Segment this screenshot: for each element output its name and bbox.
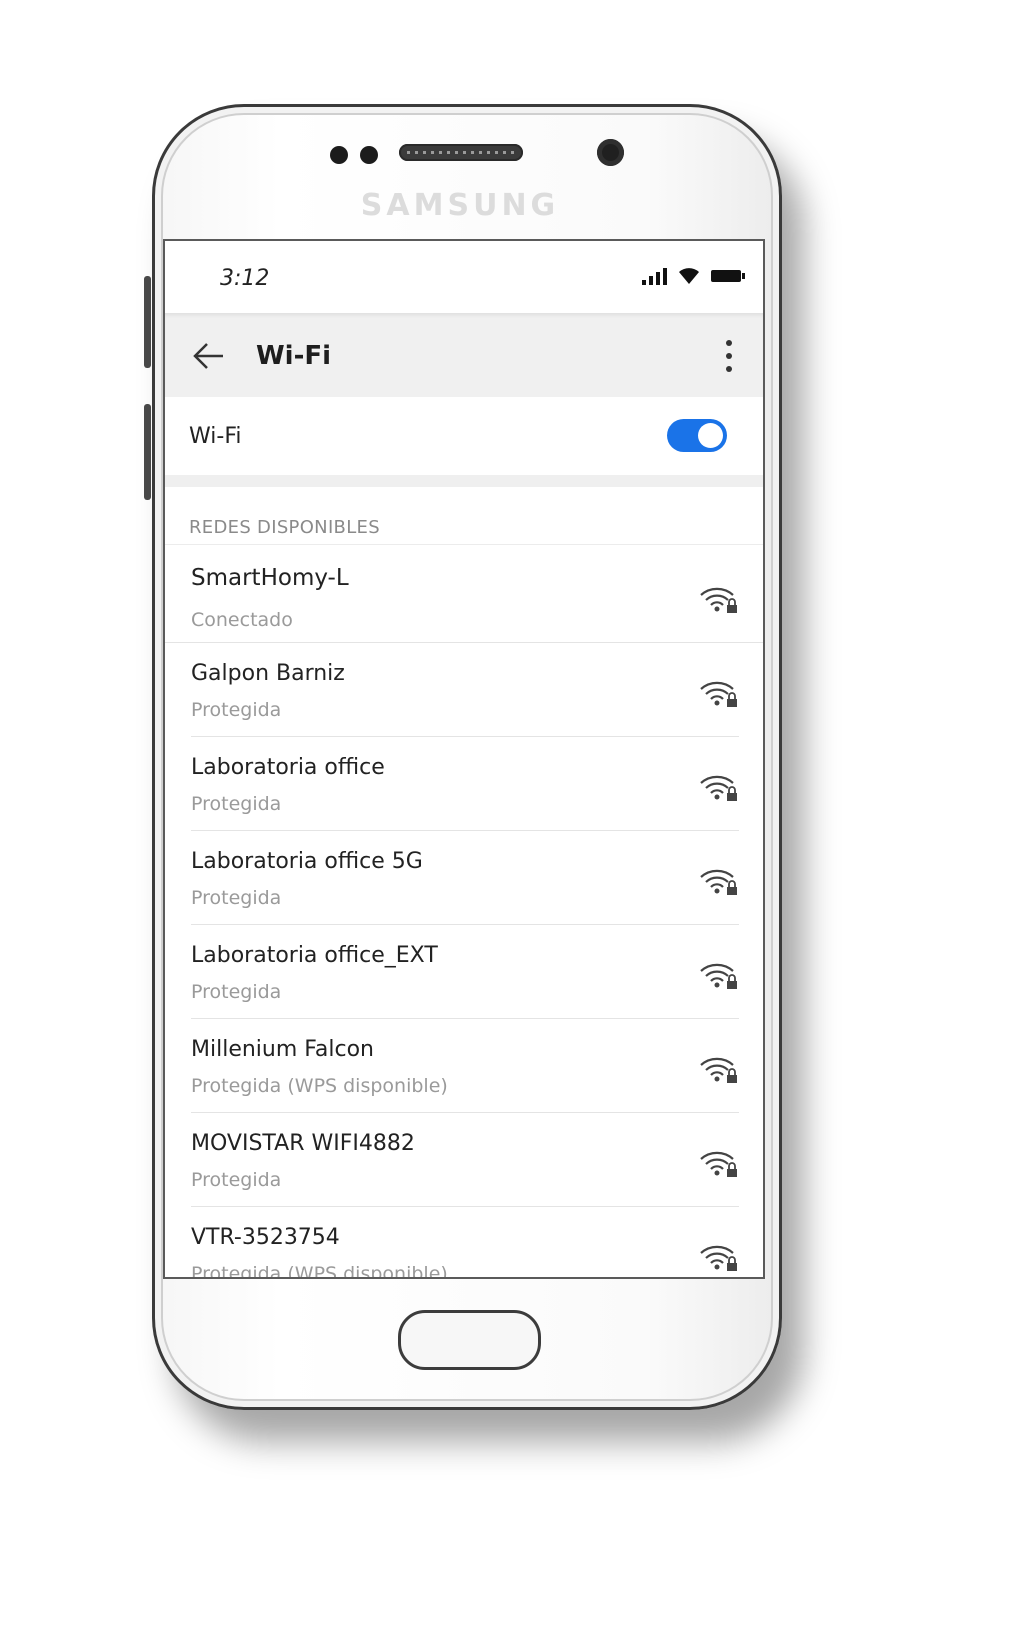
- network-name: Millenium Falcon: [191, 1037, 375, 1062]
- home-button[interactable]: [398, 1310, 541, 1370]
- brand-logo: SAMSUNG: [360, 188, 560, 223]
- network-name: VTR-3523754: [191, 1225, 340, 1250]
- stage: SAMSUNG 3:12 Wi-Fi Wi-Fi REDES DISPONIBL…: [0, 0, 1026, 1628]
- wifi-lock-icon: [700, 775, 737, 801]
- wifi-lock-icon: [700, 587, 737, 613]
- network-status: Protegida (WPS disponible): [191, 1075, 448, 1097]
- volume-up-button[interactable]: [144, 276, 151, 368]
- wifi-icon: [679, 268, 699, 284]
- more-vertical-icon[interactable]: [725, 339, 733, 373]
- network-name: Laboratoria office: [191, 755, 385, 780]
- sensor-dot: [330, 146, 348, 164]
- network-status: Protegida: [191, 887, 282, 909]
- network-item[interactable]: Laboratoria office 5G Protegida: [165, 831, 763, 925]
- network-name: MOVISTAR WIFI4882: [191, 1131, 415, 1156]
- app-bar: Wi-Fi: [165, 313, 763, 397]
- wifi-toggle-switch[interactable]: [667, 419, 727, 452]
- network-item[interactable]: Laboratoria office_EXT Protegida: [165, 925, 763, 1019]
- volume-down-button[interactable]: [144, 404, 151, 500]
- network-item[interactable]: SmartHomy-L Conectado: [165, 545, 763, 643]
- network-status: Protegida: [191, 981, 282, 1003]
- page-title: Wi-Fi: [256, 341, 332, 371]
- network-item[interactable]: MOVISTAR WIFI4882 Protegida: [165, 1113, 763, 1207]
- status-bar: 3:12: [165, 241, 763, 313]
- earpiece-speaker: [399, 144, 523, 161]
- network-name: Laboratoria office_EXT: [191, 943, 438, 968]
- wifi-lock-icon: [700, 1245, 737, 1271]
- arrow-left-icon[interactable]: [191, 339, 225, 373]
- wifi-lock-icon: [700, 1057, 737, 1083]
- network-name: Galpon Barniz: [191, 661, 345, 686]
- network-status: Conectado: [191, 609, 293, 631]
- wifi-toggle-label: Wi-Fi: [189, 424, 242, 449]
- network-status: Protegida: [191, 1169, 282, 1191]
- status-icons: [642, 263, 745, 285]
- status-time: 3:12: [220, 266, 270, 291]
- network-name: SmartHomy-L: [191, 565, 349, 591]
- network-status: Protegida: [191, 699, 282, 721]
- wifi-lock-icon: [700, 1151, 737, 1177]
- wifi-lock-icon: [700, 963, 737, 989]
- section-header: REDES DISPONIBLES: [189, 517, 380, 538]
- network-status: Protegida (WPS disponible): [191, 1263, 448, 1279]
- signal-icon: [642, 267, 667, 285]
- network-item[interactable]: Laboratoria office Protegida: [165, 737, 763, 831]
- network-item[interactable]: Millenium Falcon Protegida (WPS disponib…: [165, 1019, 763, 1113]
- phone-screen: 3:12 Wi-Fi Wi-Fi REDES DISPONIBLES Smart…: [163, 239, 765, 1279]
- section-separator: [165, 475, 763, 487]
- toggle-knob: [698, 423, 723, 448]
- network-list: SmartHomy-L Conectado Galpon Barniz Prot…: [165, 545, 763, 1279]
- sensor-dot: [360, 146, 378, 164]
- network-name: Laboratoria office 5G: [191, 849, 423, 874]
- front-camera: [597, 139, 624, 166]
- wifi-lock-icon: [700, 869, 737, 895]
- network-item[interactable]: Galpon Barniz Protegida: [165, 643, 763, 737]
- network-item[interactable]: VTR-3523754 Protegida (WPS disponible): [165, 1207, 763, 1279]
- battery-icon: [711, 270, 745, 282]
- network-status: Protegida: [191, 793, 282, 815]
- wifi-lock-icon: [700, 681, 737, 707]
- wifi-toggle-row[interactable]: Wi-Fi: [165, 397, 763, 475]
